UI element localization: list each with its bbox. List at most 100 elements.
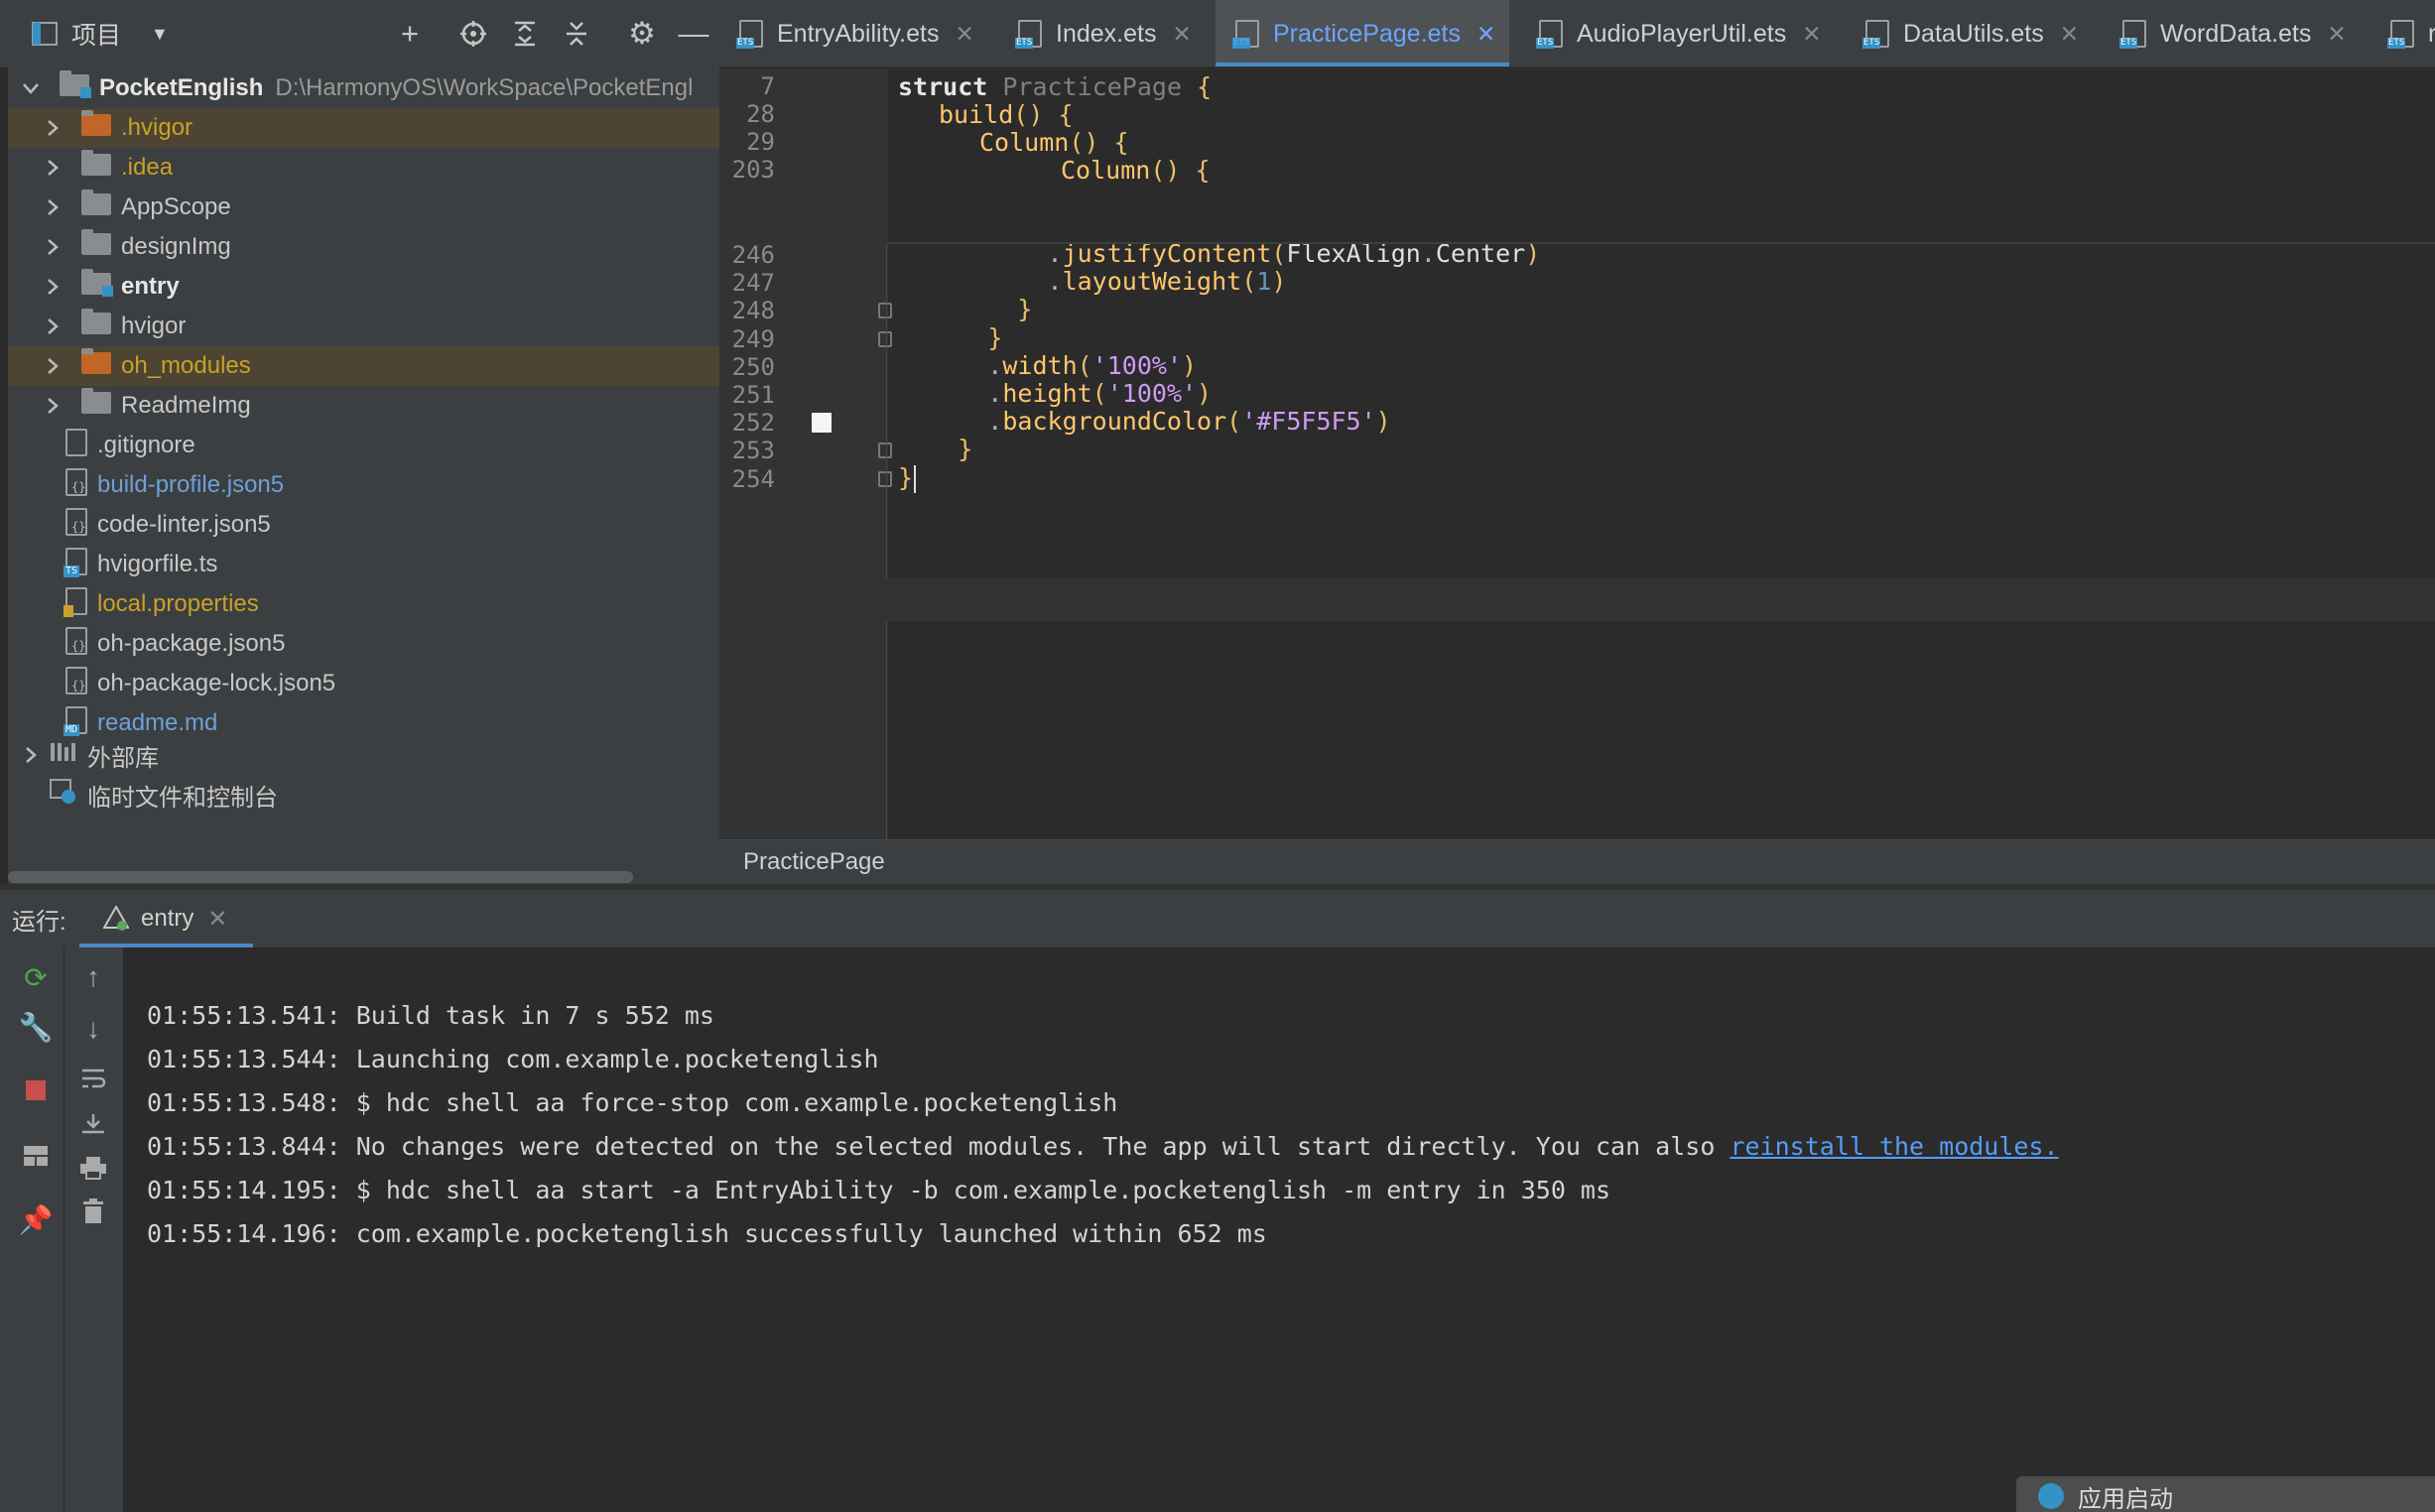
tree-item-local-properties[interactable]: local.properties bbox=[8, 584, 719, 624]
tab-readm[interactable]: ETS readm bbox=[2371, 0, 2435, 66]
tab-audioplayerutil[interactable]: ETS AudioPlayerUtil.ets ✕ bbox=[1519, 0, 1836, 66]
add-icon[interactable]: + bbox=[385, 0, 435, 67]
tree-item-hvigor[interactable]: hvigor bbox=[8, 307, 719, 346]
line-number: 29 bbox=[746, 128, 775, 156]
tree-scratches-consoles[interactable]: 临时文件和控制台 bbox=[8, 775, 719, 815]
expand-all-icon[interactable] bbox=[500, 0, 550, 67]
tree-item-oh-package-lock-json5[interactable]: {} oh-package-lock.json5 bbox=[8, 664, 719, 703]
scroll-to-end-icon[interactable] bbox=[71, 1102, 115, 1146]
pin-icon[interactable]: 📌 bbox=[14, 1197, 58, 1241]
tab-practicepage[interactable]: ETS PracticePage.ets ✕ bbox=[1216, 0, 1510, 66]
tree-item-build-profile-json5[interactable]: {} build-profile.json5 bbox=[8, 465, 719, 505]
tab-entryability[interactable]: ETS EntryAbility.ets ✕ bbox=[719, 0, 988, 66]
close-icon[interactable]: ✕ bbox=[2327, 21, 2346, 48]
chevron-right-icon[interactable] bbox=[42, 355, 64, 377]
tree-item-readmeimg[interactable]: ReadmeImg bbox=[8, 386, 719, 426]
tree-item-code-linter-json5[interactable]: {} code-linter.json5 bbox=[8, 505, 719, 545]
run-console[interactable]: 01:55:13.541: Build task in 7 s 552 ms 01… bbox=[123, 947, 2435, 1512]
tree-item-label: AppScope bbox=[121, 193, 231, 220]
tree-horizontal-scrollbar[interactable] bbox=[8, 871, 633, 883]
code-line[interactable]: } bbox=[898, 295, 1032, 323]
rerun-icon[interactable]: ⟳ bbox=[14, 955, 58, 999]
code-line[interactable]: } bbox=[898, 463, 913, 492]
tree-external-libraries[interactable]: 外部库 bbox=[8, 735, 719, 775]
sticky-scroll-header[interactable]: 7 struct PracticePage {28 build() {29 Colum… bbox=[719, 68, 2435, 244]
tab-label: DataUtils.ets bbox=[1903, 19, 2044, 48]
tree-item-appscope[interactable]: AppScope bbox=[8, 188, 719, 227]
fold-marker-icon[interactable] bbox=[878, 303, 892, 319]
chevron-right-icon[interactable] bbox=[42, 117, 64, 139]
arrow-down-icon[interactable]: ↓ bbox=[71, 1007, 115, 1051]
tree-item-label: ReadmeImg bbox=[121, 392, 251, 419]
tree-item-label: designImg bbox=[121, 233, 231, 260]
tree-item-gitignore[interactable]: .gitignore bbox=[8, 426, 719, 465]
hide-panel-icon[interactable]: — bbox=[669, 0, 718, 67]
tree-item-hvigorfile-ts[interactable]: TS hvigorfile.ts bbox=[8, 545, 719, 584]
tree-item-label: code-linter.json5 bbox=[97, 511, 271, 538]
chevron-right-icon[interactable] bbox=[42, 196, 64, 218]
chevron-right-icon[interactable] bbox=[20, 744, 42, 766]
project-view-selector[interactable]: 项目 ▼ bbox=[32, 0, 169, 67]
soft-wrap-icon[interactable] bbox=[71, 1057, 115, 1100]
tree-item-designimg[interactable]: designImg bbox=[8, 227, 719, 267]
notification-popup[interactable]: 应用启动 bbox=[2016, 1476, 2435, 1512]
sticky-code-line[interactable]: build() { bbox=[939, 100, 1074, 129]
tab-worddata[interactable]: ETS WordData.ets ✕ bbox=[2103, 0, 2361, 66]
code-line[interactable]: .height('100%') bbox=[898, 379, 1212, 408]
code-line[interactable]: .layoutWeight(1) bbox=[898, 267, 1287, 296]
tab-index[interactable]: ETS Index.ets ✕ bbox=[998, 0, 1206, 66]
tree-item-oh-modules[interactable]: oh_modules bbox=[8, 346, 719, 386]
code-line[interactable]: } bbox=[898, 435, 972, 463]
sticky-code-line[interactable]: Column() { bbox=[979, 128, 1129, 157]
sticky-code-line[interactable]: Column() { bbox=[1061, 156, 1211, 185]
fold-marker-icon[interactable] bbox=[878, 442, 892, 459]
tree-item-hvigor[interactable]: .hvigor bbox=[8, 108, 719, 148]
chevron-right-icon[interactable] bbox=[42, 236, 64, 258]
run-tab-entry[interactable]: entry ✕ bbox=[79, 890, 253, 947]
collapse-all-icon[interactable] bbox=[552, 0, 601, 67]
print-icon[interactable] bbox=[71, 1146, 115, 1190]
breadcrumb-item[interactable]: PracticePage bbox=[743, 848, 885, 876]
folder-icon bbox=[81, 387, 111, 421]
tree-root-row[interactable]: PocketEnglish D:\HarmonyOS\WorkSpace\Poc… bbox=[8, 68, 719, 108]
close-icon[interactable]: ✕ bbox=[1476, 21, 1495, 48]
gear-icon[interactable]: ⚙ bbox=[617, 0, 667, 67]
tree-item-label: oh-package-lock.json5 bbox=[97, 670, 336, 696]
tree-item-oh-package-json5[interactable]: {} oh-package.json5 bbox=[8, 624, 719, 664]
wrench-icon[interactable]: 🔧 bbox=[14, 1005, 58, 1049]
arrow-up-icon[interactable]: ↑ bbox=[71, 955, 115, 999]
close-icon[interactable]: ✕ bbox=[1172, 21, 1191, 48]
close-icon[interactable]: ✕ bbox=[207, 905, 227, 934]
chevron-right-icon[interactable] bbox=[42, 157, 64, 179]
project-tree[interactable]: PocketEnglish D:\HarmonyOS\WorkSpace\Poc… bbox=[8, 67, 719, 884]
layout-icon[interactable] bbox=[14, 1134, 58, 1178]
chevron-right-icon[interactable] bbox=[42, 395, 64, 417]
tree-item-idea[interactable]: .idea bbox=[8, 148, 719, 188]
file-icon bbox=[65, 428, 87, 463]
stop-icon[interactable] bbox=[14, 1069, 58, 1112]
tree-item-label: hvigorfile.ts bbox=[97, 551, 218, 577]
trash-icon[interactable] bbox=[71, 1190, 115, 1233]
code-line[interactable]: .width('100%') bbox=[898, 351, 1197, 380]
editor-breadcrumb[interactable]: PracticePage bbox=[719, 839, 2435, 884]
chevron-right-icon[interactable] bbox=[42, 315, 64, 337]
locate-icon[interactable] bbox=[449, 0, 498, 67]
code-line[interactable]: } bbox=[898, 323, 1002, 352]
fold-marker-icon[interactable] bbox=[878, 330, 892, 347]
module-folder-icon bbox=[60, 69, 91, 103]
reinstall-modules-link[interactable]: reinstall the modules. bbox=[1730, 1132, 2058, 1161]
tree-item-entry[interactable]: entry bbox=[8, 267, 719, 307]
chevron-right-icon[interactable] bbox=[42, 276, 64, 298]
close-icon[interactable]: ✕ bbox=[1802, 21, 1821, 48]
ets-file-icon: ETS bbox=[736, 20, 763, 49]
close-icon[interactable]: ✕ bbox=[2060, 21, 2079, 48]
close-icon[interactable]: ✕ bbox=[955, 21, 973, 48]
sticky-code-line[interactable]: struct PracticePage { bbox=[898, 72, 1212, 101]
tab-datautils[interactable]: ETS DataUtils.ets ✕ bbox=[1846, 0, 2093, 66]
code-line[interactable]: .backgroundColor('#F5F5F5') bbox=[898, 407, 1390, 436]
tree-item-label: 临时文件和控制台 bbox=[87, 784, 278, 812]
text-caret bbox=[914, 464, 916, 493]
fold-marker-icon[interactable] bbox=[878, 470, 892, 487]
chevron-down-icon[interactable] bbox=[20, 77, 42, 99]
line-number: 250 bbox=[731, 352, 775, 381]
